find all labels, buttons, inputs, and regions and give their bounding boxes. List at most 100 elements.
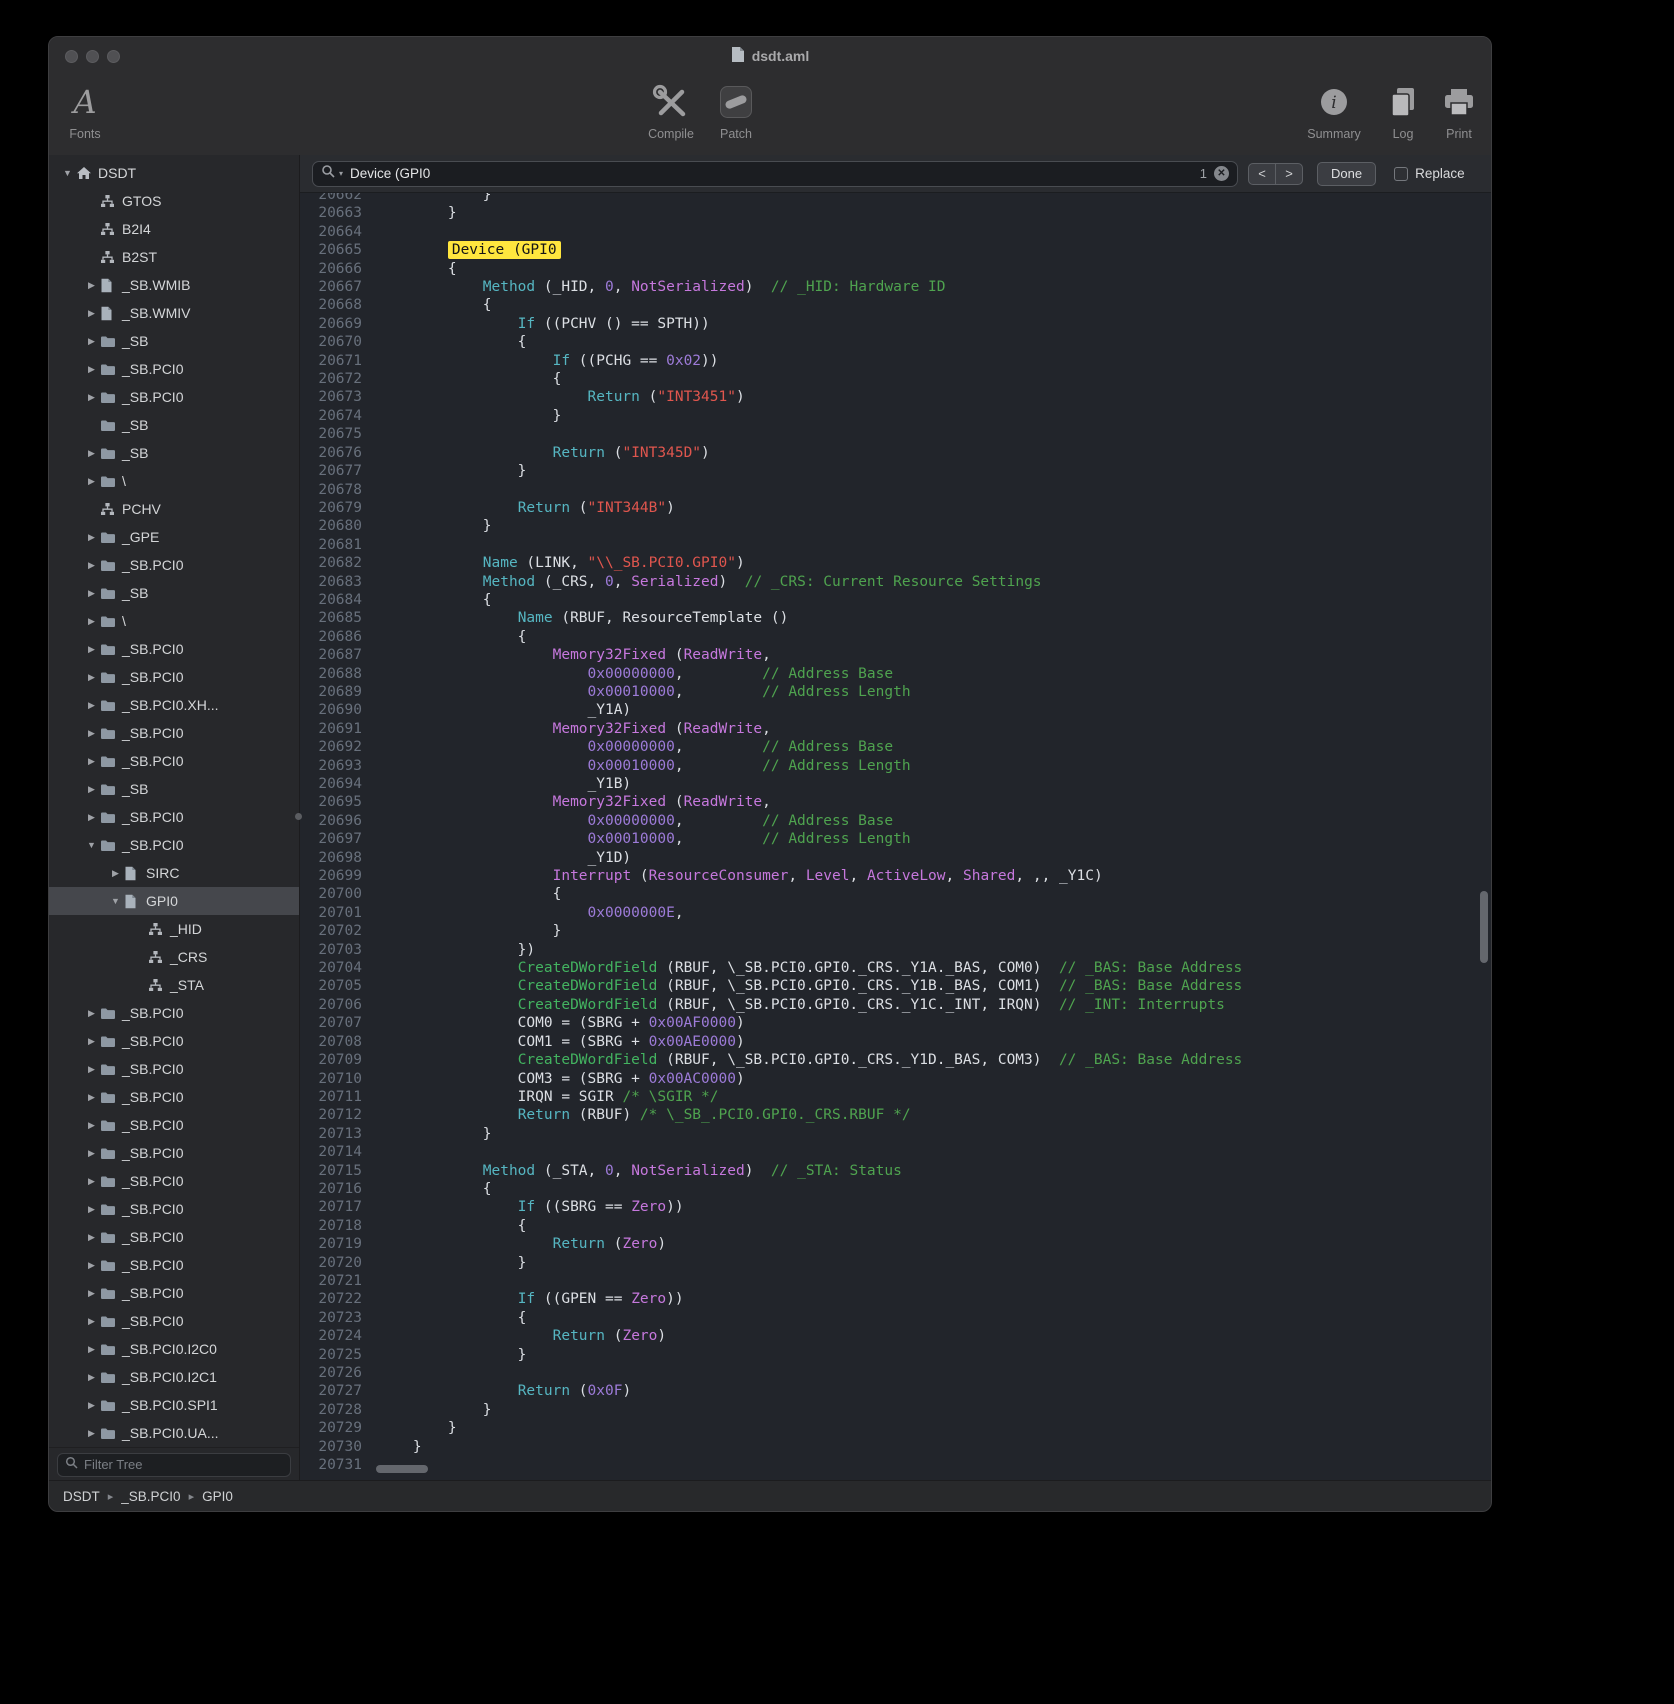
print-button[interactable]: Print	[1423, 79, 1492, 141]
patch-button[interactable]: Patch	[700, 79, 772, 141]
tree-item[interactable]: ▶_SB.WMIV	[49, 299, 299, 327]
tree-item[interactable]: B2ST	[49, 243, 299, 271]
horizontal-scrollbar[interactable]	[376, 1465, 428, 1473]
breadcrumb-item[interactable]: DSDT	[63, 1489, 100, 1504]
chevron-right-icon[interactable]: ▶	[83, 756, 100, 767]
tree-item[interactable]: ▶_SB.PCI0	[49, 383, 299, 411]
chevron-right-icon[interactable]: ▶	[83, 280, 100, 291]
replace-checkbox[interactable]	[1394, 167, 1408, 181]
tree-item[interactable]: ▶_SB.PCI0	[49, 355, 299, 383]
tree-item[interactable]: ▶_SB.PCI0	[49, 1251, 299, 1279]
tree-item[interactable]: ▶_SB.PCI0	[49, 747, 299, 775]
tree-item[interactable]: ▶_SB.PCI0.I2C1	[49, 1363, 299, 1391]
tree-item[interactable]: ▶_SB.PCI0	[49, 663, 299, 691]
chevron-right-icon[interactable]: ▶	[83, 812, 100, 823]
chevron-right-icon[interactable]: ▶	[83, 476, 100, 487]
chevron-right-icon[interactable]: ▶	[83, 1316, 100, 1327]
tree-item[interactable]: ▶_SB.PCI0	[49, 1139, 299, 1167]
chevron-down-icon[interactable]: ▼	[59, 168, 76, 178]
chevron-right-icon[interactable]: ▶	[83, 364, 100, 375]
chevron-right-icon[interactable]: ▶	[83, 1148, 100, 1159]
find-search-input[interactable]: ▾ Device (GPI0 1 ✕	[312, 161, 1238, 187]
chevron-right-icon[interactable]: ▶	[83, 616, 100, 627]
tree-item[interactable]: ▶_SB.PCI0.I2C0	[49, 1335, 299, 1363]
tree-item[interactable]: ▶_SB.WMIB	[49, 271, 299, 299]
tree-item[interactable]: _STA	[49, 971, 299, 999]
tree-item[interactable]: PCHV	[49, 495, 299, 523]
tree-item[interactable]: ▶_SB	[49, 439, 299, 467]
tree-item[interactable]: B2I4	[49, 215, 299, 243]
chevron-right-icon[interactable]: ▶	[83, 1064, 100, 1075]
tree-item[interactable]: ▶_SB.PCI0	[49, 1279, 299, 1307]
chevron-right-icon[interactable]: ▶	[83, 700, 100, 711]
sidebar-resize-handle[interactable]	[295, 813, 302, 820]
chevron-right-icon[interactable]: ▶	[83, 448, 100, 459]
tree-item[interactable]: ▶_SB.PCI0.UA...	[49, 1419, 299, 1447]
tree-item[interactable]: ▶_SB.PCI0	[49, 1111, 299, 1139]
code-editor[interactable]: 20662 }20663 }2066420665 Device (GPI0206…	[300, 193, 1491, 1481]
chevron-right-icon[interactable]: ▶	[83, 1428, 100, 1439]
summary-button[interactable]: i Summary	[1298, 79, 1370, 141]
tree-item[interactable]: ▶_SB.PCI0	[49, 999, 299, 1027]
chevron-right-icon[interactable]: ▶	[83, 1260, 100, 1271]
breadcrumb-item[interactable]: _SB.PCI0	[121, 1489, 180, 1504]
chevron-right-icon[interactable]: ▶	[83, 1232, 100, 1243]
chevron-right-icon[interactable]: ▶	[83, 644, 100, 655]
chevron-right-icon[interactable]: ▶	[83, 532, 100, 543]
tree-item[interactable]: ▶_SB.PCI0	[49, 551, 299, 579]
tree-item[interactable]: ▶_SB.PCI0	[49, 1055, 299, 1083]
tree-item[interactable]: _CRS	[49, 943, 299, 971]
chevron-right-icon[interactable]: ▶	[83, 672, 100, 683]
chevron-right-icon[interactable]: ▶	[83, 1288, 100, 1299]
chevron-right-icon[interactable]: ▶	[83, 728, 100, 739]
chevron-right-icon[interactable]: ▶	[83, 588, 100, 599]
filter-tree-input[interactable]: Filter Tree	[57, 1453, 291, 1477]
chevron-right-icon[interactable]: ▶	[83, 1400, 100, 1411]
tree-item[interactable]: ▶_SB	[49, 579, 299, 607]
done-button[interactable]: Done	[1317, 162, 1376, 186]
chevron-right-icon[interactable]: ▶	[83, 1372, 100, 1383]
tree-item[interactable]: ▶_SB	[49, 327, 299, 355]
tree-item[interactable]: ▼_SB.PCI0	[49, 831, 299, 859]
fonts-button[interactable]: A Fonts	[49, 79, 121, 141]
tree-item[interactable]: ▶_SB.PCI0	[49, 803, 299, 831]
chevron-right-icon[interactable]: ▶	[83, 1008, 100, 1019]
tree-item[interactable]: ▶_SB.PCI0	[49, 1307, 299, 1335]
breadcrumb-item[interactable]: GPI0	[202, 1489, 233, 1504]
tree-item[interactable]: ▶_SB.PCI0	[49, 1195, 299, 1223]
compile-button[interactable]: Compile	[635, 79, 707, 141]
tree-item[interactable]: ▼DSDT	[49, 159, 299, 187]
chevron-right-icon[interactable]: ▶	[107, 868, 124, 879]
tree-item[interactable]: _SB	[49, 411, 299, 439]
find-next-button[interactable]: >	[1275, 163, 1303, 185]
find-previous-button[interactable]: <	[1248, 163, 1276, 185]
tree-item[interactable]: _HID	[49, 915, 299, 943]
tree-item[interactable]: ▶_SB	[49, 775, 299, 803]
tree-item[interactable]: ▶_SB.PCI0	[49, 719, 299, 747]
chevron-right-icon[interactable]: ▶	[83, 392, 100, 403]
clear-search-icon[interactable]: ✕	[1214, 166, 1229, 181]
tree-item[interactable]: ▼GPI0	[49, 887, 299, 915]
tree-item[interactable]: ▶_SB.PCI0.XH...	[49, 691, 299, 719]
chevron-right-icon[interactable]: ▶	[83, 784, 100, 795]
tree-item[interactable]: ▶_SB.PCI0	[49, 1027, 299, 1055]
tree-item[interactable]: ▶SIRC	[49, 859, 299, 887]
tree-item[interactable]: ▶_SB.PCI0	[49, 1167, 299, 1195]
vertical-scrollbar[interactable]	[1480, 891, 1488, 963]
chevron-right-icon[interactable]: ▶	[83, 1092, 100, 1103]
chevron-right-icon[interactable]: ▶	[83, 560, 100, 571]
tree-item[interactable]: ▶_SB.PCI0.SPI1	[49, 1391, 299, 1419]
tree-item[interactable]: GTOS	[49, 187, 299, 215]
tree-item[interactable]: ▶\	[49, 467, 299, 495]
chevron-right-icon[interactable]: ▶	[83, 1344, 100, 1355]
tree-item[interactable]: ▶_GPE	[49, 523, 299, 551]
chevron-down-icon[interactable]: ▼	[107, 896, 124, 906]
chevron-right-icon[interactable]: ▶	[83, 1036, 100, 1047]
chevron-right-icon[interactable]: ▶	[83, 1204, 100, 1215]
tree-item[interactable]: ▶\	[49, 607, 299, 635]
tree-item[interactable]: ▶_SB.PCI0	[49, 635, 299, 663]
tree-item[interactable]: ▶_SB.PCI0	[49, 1223, 299, 1251]
tree-item[interactable]: ▶_SB.PCI0	[49, 1083, 299, 1111]
chevron-right-icon[interactable]: ▶	[83, 1176, 100, 1187]
chevron-right-icon[interactable]: ▶	[83, 336, 100, 347]
